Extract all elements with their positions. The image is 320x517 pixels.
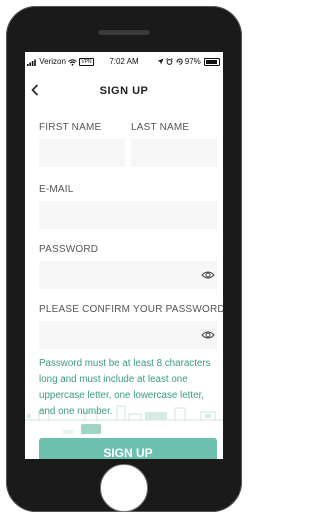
screen: Verizon VPN 7:02 AM 97% SIGN UP FIRST NA… (25, 52, 223, 459)
last-name-label: LAST NAME (131, 122, 190, 133)
password-requirements-note: Password must be at least 8 characters l… (39, 358, 211, 417)
home-button[interactable] (100, 464, 148, 512)
speaker-slot (98, 30, 150, 35)
password-field[interactable] (39, 261, 217, 289)
first-name-label: FIRST NAME (39, 122, 102, 133)
show-confirm-password-eye-icon[interactable] (201, 330, 215, 340)
email-label: E-MAIL (39, 184, 74, 195)
alarm-icon (166, 58, 174, 66)
confirm-password-label: PLEASE CONFIRM YOUR PASSWORD (39, 304, 223, 315)
location-arrow-icon (157, 58, 164, 65)
battery-icon (204, 57, 220, 66)
password-label: PASSWORD (39, 244, 99, 255)
confirm-password-field[interactable] (39, 321, 217, 349)
last-name-field[interactable] (131, 139, 217, 167)
status-right: 97% (157, 52, 220, 72)
rotation-lock-icon (176, 58, 183, 66)
phone-frame: Verizon VPN 7:02 AM 97% SIGN UP FIRST NA… (6, 6, 242, 512)
status-bar: Verizon VPN 7:02 AM 97% (25, 52, 223, 72)
show-password-eye-icon[interactable] (201, 270, 215, 280)
email-field[interactable] (39, 201, 217, 229)
sign-up-button[interactable]: SIGN UP (39, 438, 217, 459)
battery-percent: 97% (184, 57, 201, 66)
page-title: SIGN UP (99, 85, 149, 97)
first-name-field[interactable] (39, 139, 125, 167)
